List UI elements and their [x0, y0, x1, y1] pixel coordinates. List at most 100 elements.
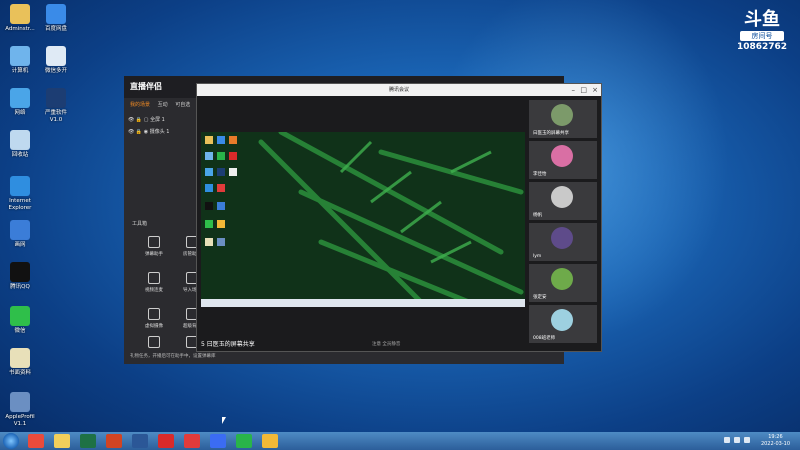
- participant-tile[interactable]: 张定安: [529, 264, 597, 302]
- start-button[interactable]: [3, 433, 19, 449]
- desktop-icon-11[interactable]: 书面资料: [2, 348, 38, 377]
- avatar: [551, 309, 573, 331]
- participant-tile[interactable]: 杨帆: [529, 182, 597, 220]
- participant-name: 李佳怡: [533, 172, 547, 177]
- meeting-titlebar: 腾讯会议 – □ ×: [197, 84, 601, 96]
- participant-name: lym: [533, 254, 542, 259]
- wechat-icon[interactable]: [236, 434, 252, 448]
- maximize-button[interactable]: □: [580, 84, 587, 96]
- app-icon-3: [10, 220, 30, 240]
- avatar: [551, 186, 573, 208]
- excel-icon[interactable]: [80, 434, 96, 448]
- tool-label: 虚拟摄像: [145, 324, 163, 329]
- participant-tile[interactable]: 008班老师: [529, 305, 597, 343]
- live-status: 礼物任务，开播后可在助手中，设置弹幕库: [130, 354, 216, 359]
- mouse-cursor: [222, 417, 226, 424]
- participant-name: 杨帆: [533, 213, 542, 218]
- tray-icon-1[interactable]: [724, 437, 730, 443]
- scene-fullscreen[interactable]: 👁 🔒 ▢ 全屏 1: [128, 116, 165, 123]
- tool-0[interactable]: 弹幕助手: [134, 236, 174, 257]
- tray-icon-2[interactable]: [734, 437, 740, 443]
- participant-tile[interactable]: 曰医玉的屏幕共享: [529, 100, 597, 138]
- desktop-icon-8[interactable]: 画网: [2, 220, 38, 249]
- netease-icon[interactable]: [184, 434, 200, 448]
- clock[interactable]: 19:26 2022-03-10: [761, 434, 790, 448]
- desktop-icon-12[interactable]: AppleProfil V1.1: [2, 392, 38, 428]
- desktop-icon-label: Internet Explorer: [8, 198, 32, 211]
- participant-name: 曰医玉的屏幕共享: [533, 131, 569, 136]
- folder-icon[interactable]: [262, 434, 278, 448]
- ai-icon: [46, 88, 66, 108]
- tool-label: 视频连麦: [145, 288, 163, 293]
- taskbar: 19:26 2022-03-10: [0, 432, 800, 450]
- tool-4[interactable]: 虚拟摄像: [134, 308, 174, 329]
- desktop-icon-label: 严重软件 V1.0: [44, 110, 67, 123]
- wechat-icon: [10, 306, 30, 326]
- avatar: [551, 268, 573, 290]
- screen-share-view[interactable]: [201, 132, 525, 307]
- desktop-icon-label: 回收站: [11, 152, 29, 158]
- tool-6[interactable]: [134, 336, 174, 351]
- powerpoint-icon[interactable]: [106, 434, 122, 448]
- desktop-icon-7[interactable]: Internet Explorer: [2, 176, 38, 212]
- participants-sidebar: 曰医玉的屏幕共享 李佳怡杨帆 lym 张定安 008班老师: [529, 100, 597, 346]
- clock-date: 2022-03-10: [760, 441, 790, 447]
- participant-name: 008班老师: [533, 336, 556, 341]
- participant-tile[interactable]: lym: [529, 223, 597, 261]
- desktop-icon-label: 画网: [14, 242, 26, 248]
- explorer-icon[interactable]: [54, 434, 70, 448]
- avatar: [551, 104, 573, 126]
- clock-time: 19:26: [768, 434, 783, 440]
- room-badge: 房间号: [740, 31, 784, 41]
- doc-icon: [10, 348, 30, 368]
- tool-icon: [148, 236, 160, 248]
- tab-optional[interactable]: 可自选: [175, 102, 190, 108]
- avatar: [551, 145, 573, 167]
- participant-name: 张定安: [533, 295, 547, 300]
- desktop-icon-3[interactable]: 微信多开: [38, 46, 74, 75]
- tool-icon: [148, 336, 160, 348]
- desktop-icon-4[interactable]: 网络: [2, 88, 38, 117]
- participant-tile[interactable]: 李佳怡: [529, 141, 597, 179]
- desktop-icon-label: Adminstr...: [5, 26, 35, 32]
- tab-interact[interactable]: 互动: [158, 102, 168, 108]
- chrome-icon[interactable]: [28, 434, 44, 448]
- network-icon: [10, 88, 30, 108]
- desktop-icon-label: 腾讯QQ: [10, 284, 30, 290]
- desktop-icon-0[interactable]: Adminstr...: [2, 4, 38, 33]
- scene-camera[interactable]: 👁 🔒 ◉ 摄像头 1: [128, 128, 170, 135]
- folder-icon: [10, 4, 30, 24]
- desktop-icon-label: 网络: [14, 110, 26, 116]
- desktop-icon-1[interactable]: 百度网盘: [38, 4, 74, 33]
- tool-2[interactable]: 视频连麦: [134, 272, 174, 293]
- desktop-icon-5[interactable]: 严重软件 V1.0: [38, 88, 74, 124]
- tray-icon-3[interactable]: [744, 437, 750, 443]
- qq-icon: [10, 262, 30, 282]
- desktop-icon-2[interactable]: 计算机: [2, 46, 38, 75]
- word-icon[interactable]: [132, 434, 148, 448]
- fern-wallpaper: [201, 132, 525, 307]
- avatar: [551, 227, 573, 249]
- desktop-icon-10[interactable]: 微信: [2, 306, 38, 335]
- meeting-bottom-status: 注意 全员静音: [372, 342, 401, 347]
- app-icon-red[interactable]: [158, 434, 174, 448]
- tab-my-scene[interactable]: 我的场景: [130, 102, 150, 108]
- ie-icon: [10, 176, 30, 196]
- tool-icon: [148, 308, 160, 320]
- app-icon-4: [10, 392, 30, 412]
- desktop-icon-label: 微信: [14, 328, 26, 334]
- desktop-icon-label: 书面资料: [8, 370, 31, 376]
- app-icon: [46, 4, 66, 24]
- desktop-icon-6[interactable]: 回收站: [2, 130, 38, 159]
- room-number: 10862762: [736, 42, 788, 52]
- minimize-button[interactable]: –: [572, 84, 576, 96]
- app-icon-2: [46, 46, 66, 66]
- tool-icon: [148, 272, 160, 284]
- douyu-logo: 斗鱼: [744, 9, 780, 30]
- close-button[interactable]: ×: [592, 84, 598, 96]
- desktop-icon-9[interactable]: 腾讯QQ: [2, 262, 38, 291]
- douyu-watermark: 斗鱼 房间号 10862762: [732, 9, 792, 53]
- tool-label: 弹幕助手: [145, 252, 163, 257]
- recycle-bin-icon: [10, 130, 30, 150]
- meeting-icon[interactable]: [210, 434, 226, 448]
